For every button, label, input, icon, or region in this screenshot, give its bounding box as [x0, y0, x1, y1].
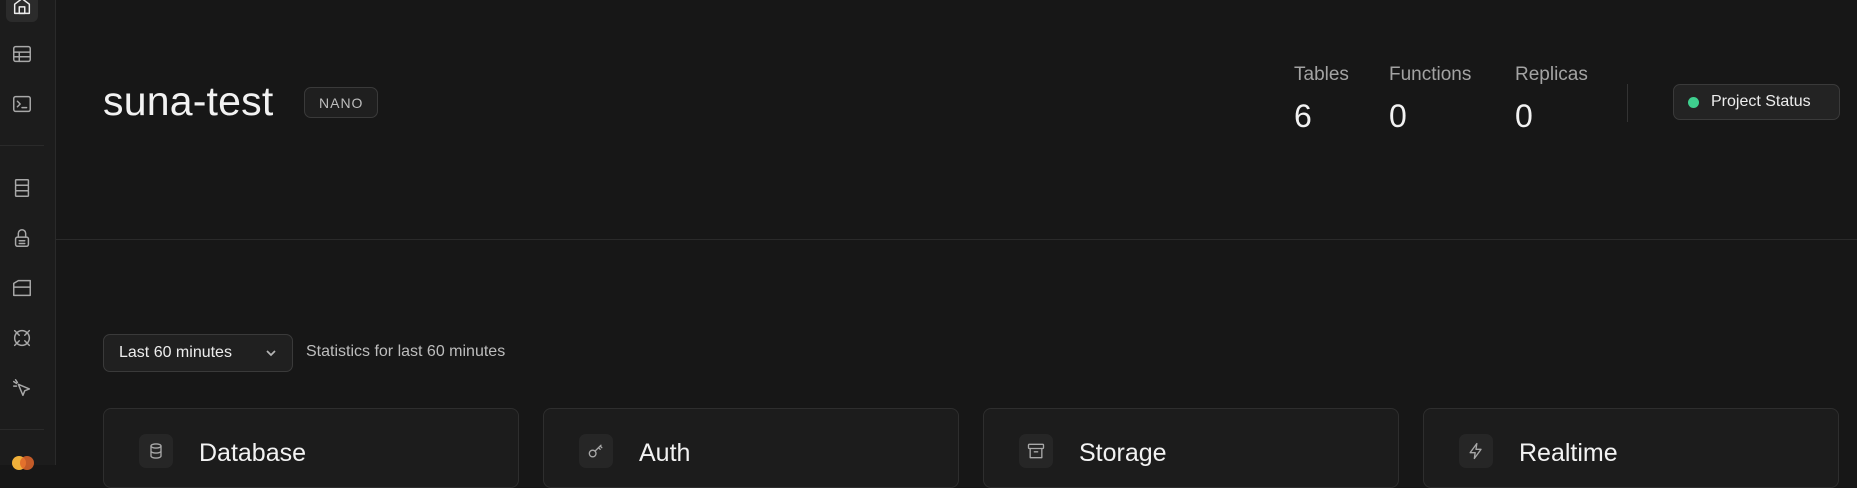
- avatar-accent-icon: [20, 456, 34, 470]
- sidebar-divider: [0, 145, 44, 146]
- project-status-button[interactable]: Project Status: [1673, 84, 1840, 120]
- database-icon: [139, 434, 173, 468]
- time-range-select[interactable]: Last 60 minutes: [103, 334, 293, 372]
- storage-folder-icon[interactable]: [6, 272, 38, 304]
- bolt-icon: [1459, 434, 1493, 468]
- card-storage[interactable]: Storage: [983, 408, 1399, 488]
- time-range-value: Last 60 minutes: [119, 344, 232, 361]
- table-editor-icon[interactable]: [6, 38, 38, 70]
- sql-editor-icon[interactable]: [6, 88, 38, 120]
- card-title: Storage: [1079, 439, 1167, 467]
- stat-value: 0: [1389, 98, 1407, 134]
- card-realtime[interactable]: Realtime: [1423, 408, 1839, 488]
- card-title: Auth: [639, 439, 691, 467]
- edge-functions-icon[interactable]: [6, 322, 38, 354]
- stat-tables[interactable]: Tables 6: [1294, 64, 1349, 135]
- tier-badge: NANO: [304, 87, 379, 118]
- database-icon[interactable]: [6, 172, 38, 204]
- chevron-down-icon: [264, 346, 278, 360]
- stat-label: Tables: [1294, 64, 1349, 85]
- card-title: Realtime: [1519, 439, 1618, 467]
- sidebar-divider: [0, 429, 44, 430]
- stat-functions[interactable]: Functions 0: [1389, 64, 1471, 135]
- key-icon: [579, 434, 613, 468]
- project-status-label: Project Status: [1711, 93, 1811, 110]
- stat-value: 6: [1294, 98, 1312, 134]
- card-title: Database: [199, 439, 307, 467]
- archive-icon: [1019, 434, 1053, 468]
- stat-label: Replicas: [1515, 64, 1588, 85]
- home-icon[interactable]: [6, 0, 38, 22]
- main-content: suna-test NANO Tables 6 Functions 0 Repl…: [56, 0, 1857, 488]
- stat-value: 0: [1515, 98, 1533, 134]
- stat-label: Functions: [1389, 64, 1472, 85]
- card-auth[interactable]: Auth: [543, 408, 959, 488]
- project-header: suna-test NANO Tables 6 Functions 0 Repl…: [56, 0, 1857, 240]
- page-title: suna-test: [103, 78, 274, 124]
- auth-lock-icon[interactable]: [6, 222, 38, 254]
- status-dot-icon: [1688, 96, 1699, 108]
- advisor-pointer-icon[interactable]: [6, 372, 38, 404]
- statistics-description: Statistics for last 60 minutes: [306, 343, 506, 360]
- header-divider: [1627, 84, 1628, 122]
- stat-replicas[interactable]: Replicas 0: [1515, 64, 1588, 135]
- sidebar: [0, 0, 56, 470]
- card-database[interactable]: Database: [103, 408, 519, 488]
